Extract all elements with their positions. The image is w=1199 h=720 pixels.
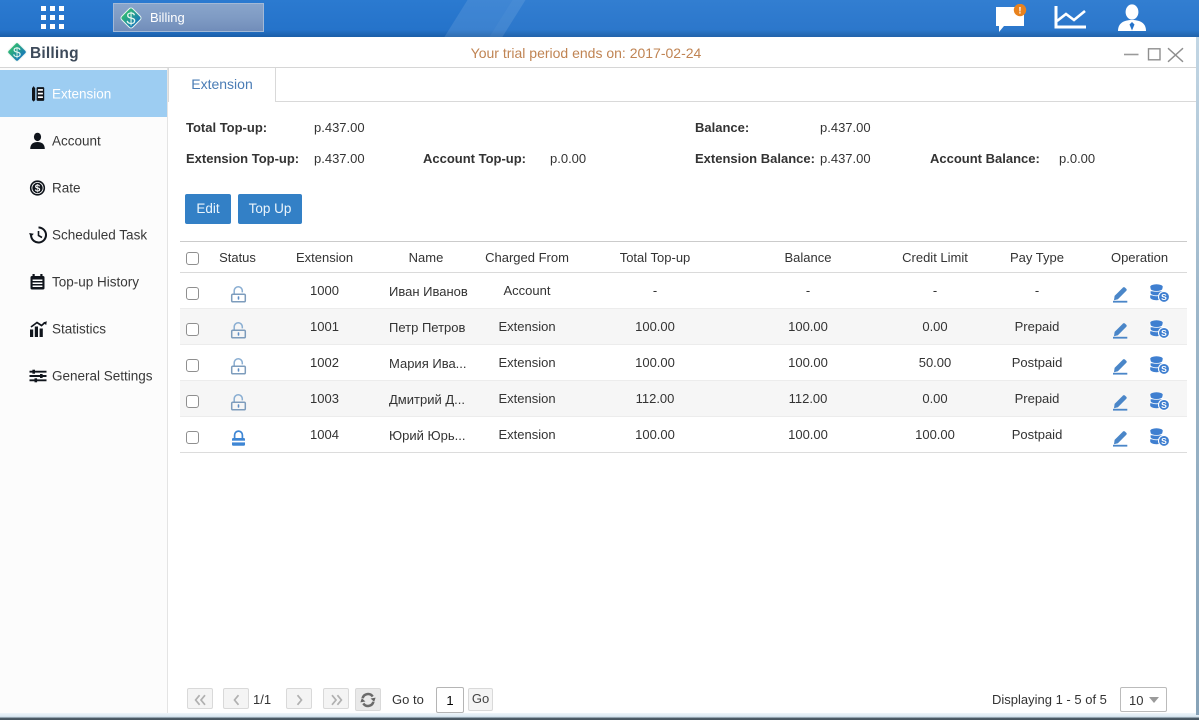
svg-text:S: S [1161,328,1167,338]
svg-text:!: ! [1018,6,1021,17]
svg-text:S: S [1161,436,1167,446]
svg-text:S: S [1161,292,1167,302]
svg-text:S: S [1161,400,1167,410]
svg-text:$: $ [126,10,135,28]
svg-text:S: S [1161,364,1167,374]
svg-text:$: $ [35,183,41,194]
